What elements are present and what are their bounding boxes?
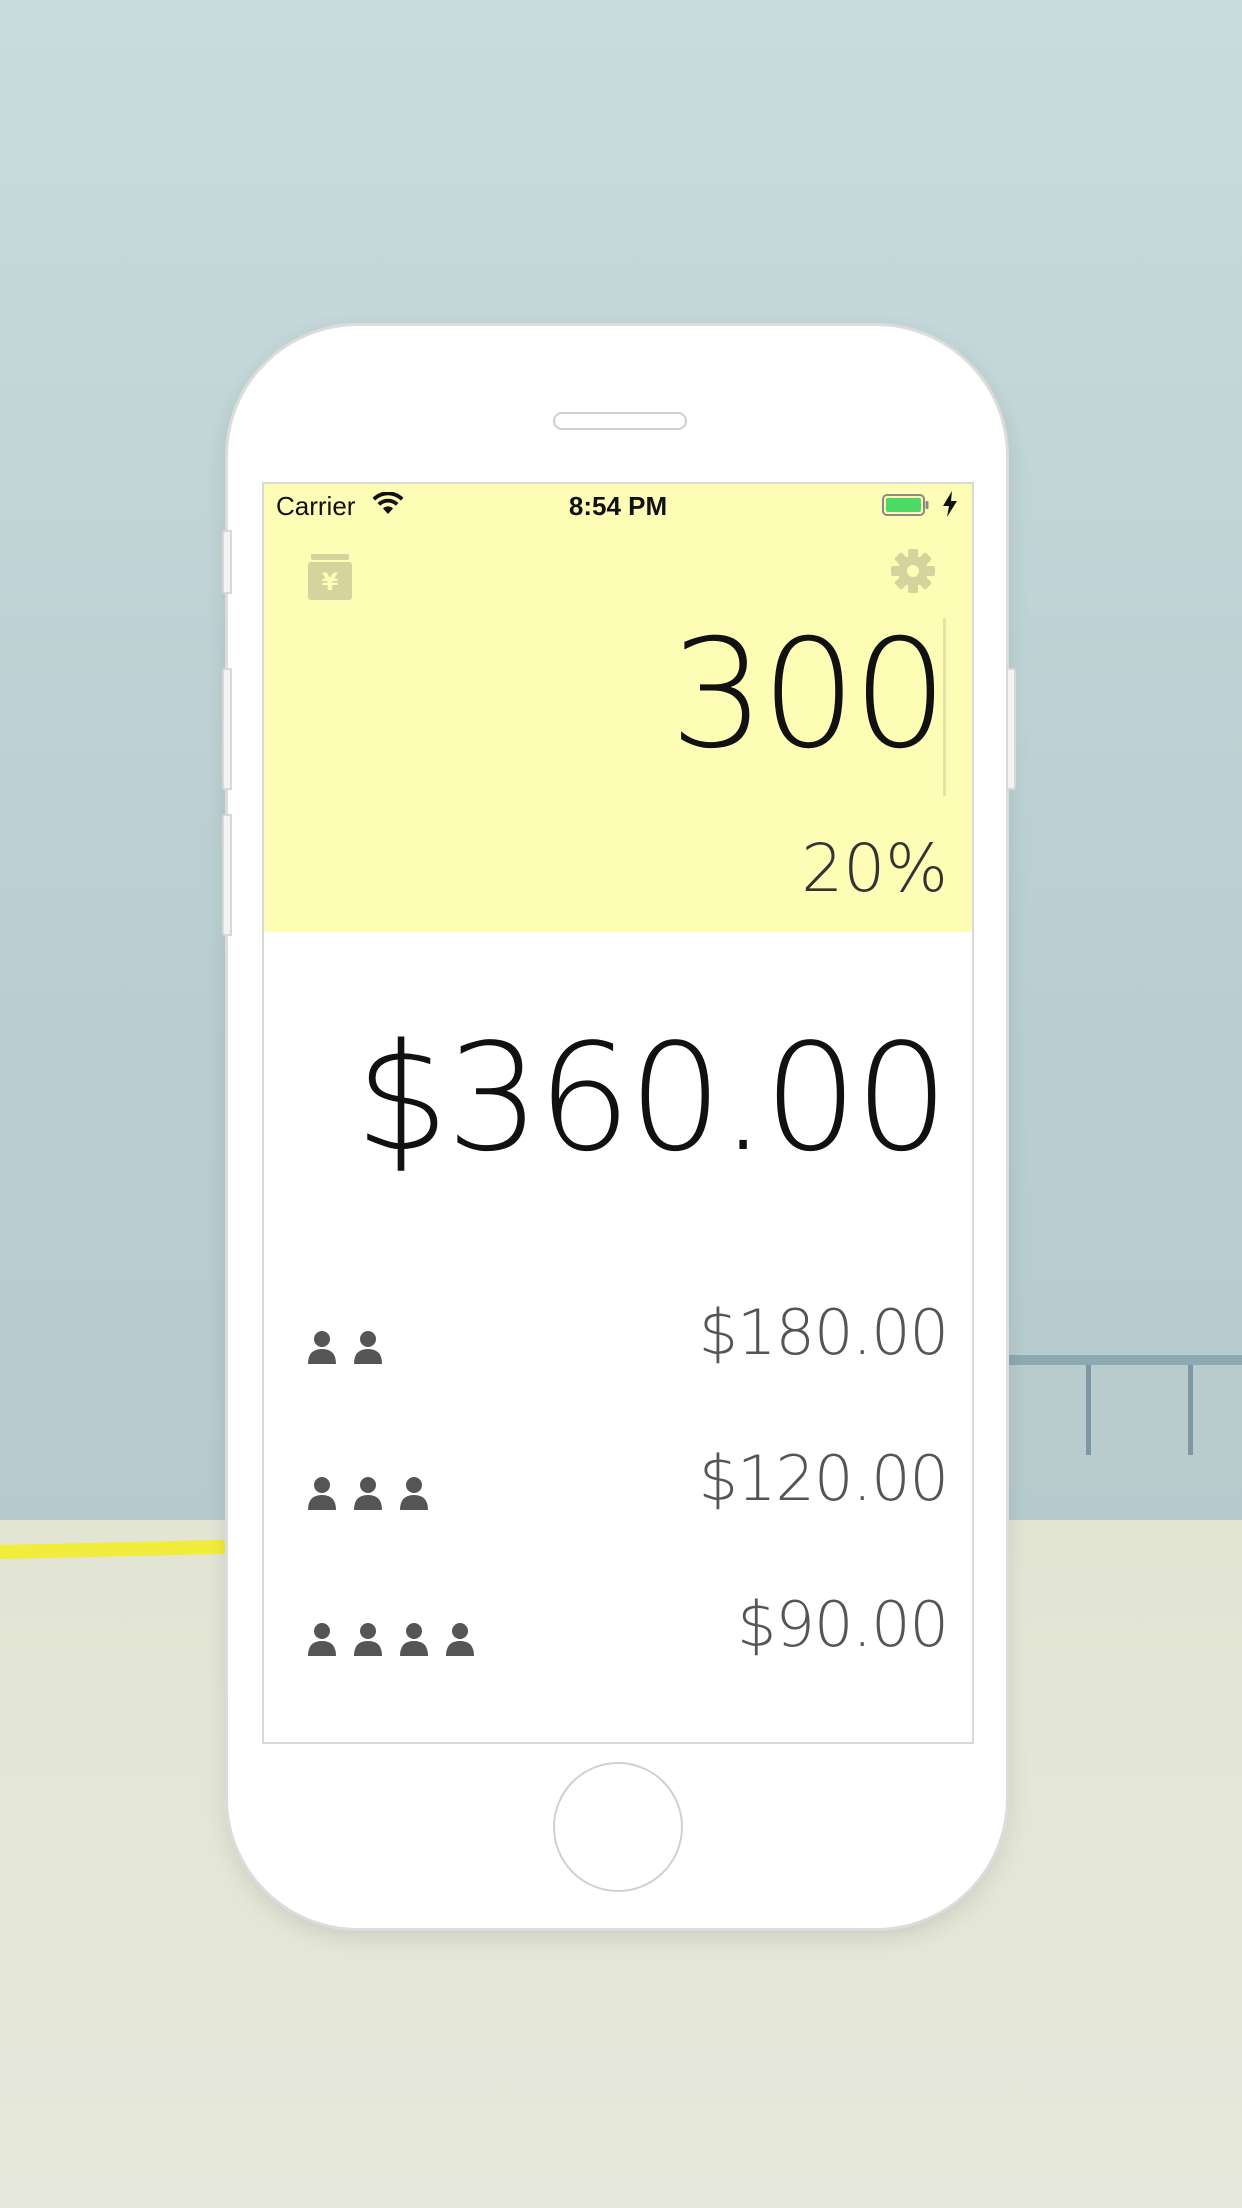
yen-wallet-icon[interactable]: ¥	[308, 554, 352, 600]
person-icon	[352, 1622, 384, 1656]
gear-icon[interactable]	[890, 548, 936, 594]
bill-amount-input[interactable]: 300	[670, 620, 948, 770]
total-amount: $360.00	[354, 1012, 949, 1184]
home-button[interactable]	[553, 1762, 683, 1892]
split-row: $120.00	[264, 1438, 972, 1528]
person-icon	[444, 1622, 476, 1656]
volume-down-button	[222, 814, 232, 936]
person-icon	[352, 1476, 384, 1510]
per-person-amount: $90.00	[737, 1588, 949, 1661]
status-bar: Carrier 8:54 PM	[264, 484, 972, 524]
person-icon	[306, 1476, 338, 1510]
person-icon	[306, 1330, 338, 1364]
rail-post	[1086, 1365, 1091, 1455]
status-time: 8:54 PM	[568, 491, 668, 521]
earpiece-speaker	[553, 412, 687, 430]
battery-icon	[882, 494, 929, 516]
text-cursor	[943, 618, 946, 796]
person-icon	[398, 1622, 430, 1656]
people-count-icons	[306, 1622, 476, 1656]
app-screen: Carrier 8:54 PM ¥ 300 20% $360.00 $180.0…	[262, 482, 974, 1744]
mute-switch	[222, 530, 232, 594]
person-icon	[398, 1476, 430, 1510]
split-row: $180.00	[264, 1292, 972, 1382]
per-person-amount: $120.00	[698, 1442, 949, 1515]
people-count-icons	[306, 1476, 430, 1510]
svg-text:¥: ¥	[322, 568, 339, 596]
person-icon	[306, 1622, 338, 1656]
volume-up-button	[222, 668, 232, 790]
tip-percent-value[interactable]: 20%	[801, 836, 948, 902]
split-row: $90.00	[264, 1584, 972, 1674]
people-count-icons	[306, 1330, 384, 1364]
power-button	[1006, 668, 1016, 790]
background-rail	[1000, 1355, 1242, 1485]
person-icon	[352, 1330, 384, 1364]
per-person-amount: $180.00	[698, 1296, 949, 1369]
bill-input-panel[interactable]: Carrier 8:54 PM ¥ 300 20%	[264, 484, 972, 932]
rail-post	[1188, 1365, 1193, 1455]
charging-bolt-icon	[943, 491, 957, 517]
